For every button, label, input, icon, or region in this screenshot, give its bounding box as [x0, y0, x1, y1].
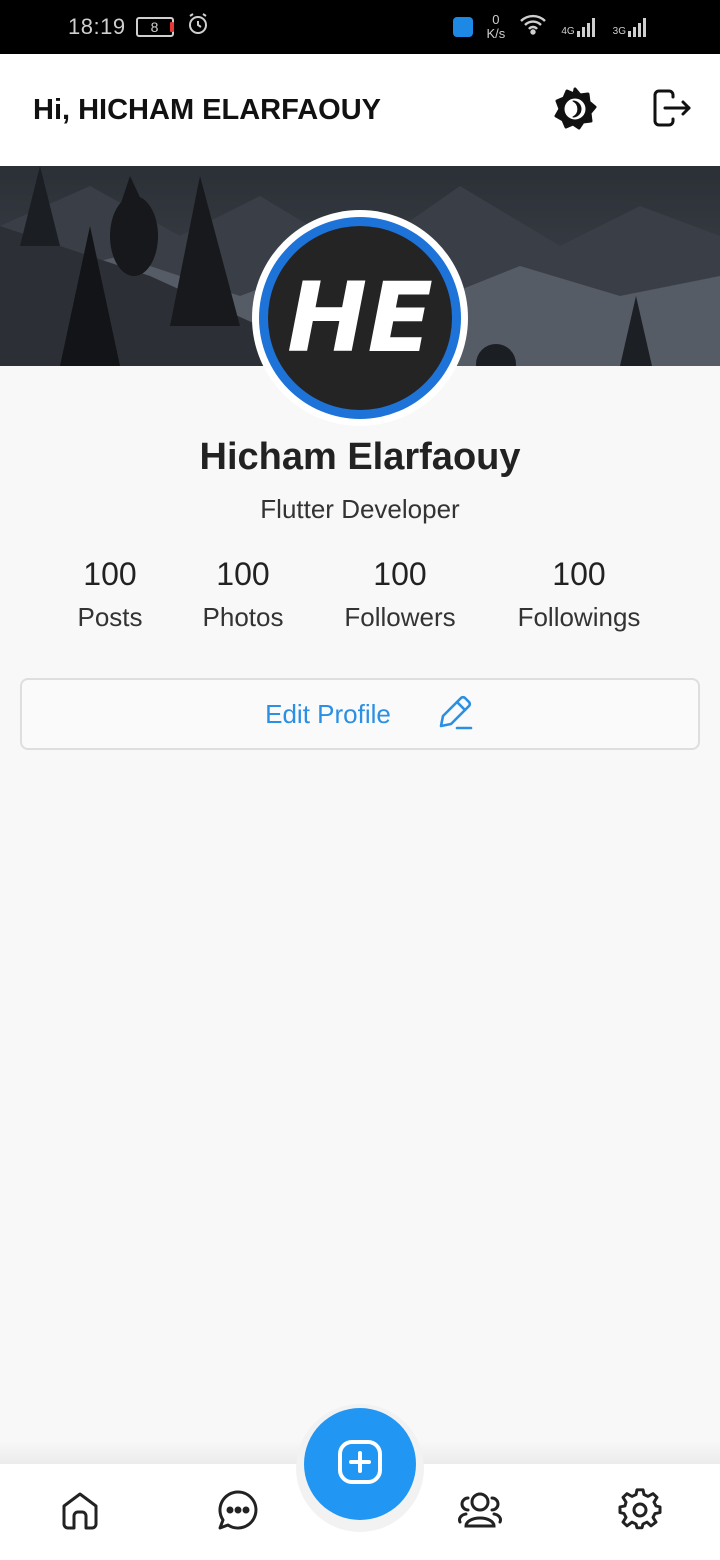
app-bar: Hi, HICHAM ELARFAOUY — [0, 54, 720, 166]
wifi-icon — [519, 13, 547, 41]
theme-toggle-button[interactable] — [551, 87, 599, 135]
battery-level: 8 — [150, 19, 159, 35]
edit-profile-label: Edit Profile — [265, 698, 391, 729]
stat-value: 100 — [373, 556, 427, 592]
battery-icon: 8 — [135, 17, 174, 37]
avatar-logo: HE — [268, 226, 452, 410]
logout-icon — [649, 87, 693, 136]
settings-icon — [618, 1487, 662, 1537]
greeting-title: Hi, HICHAM ELARFAOUY — [33, 93, 381, 126]
network-speed-value: 0 — [492, 12, 500, 27]
network-speed: 0 K/s — [487, 13, 506, 41]
add-post-button[interactable] — [304, 1408, 416, 1520]
network-type-1: 4G — [561, 26, 575, 37]
pencil-icon — [435, 692, 475, 737]
nav-home[interactable] — [56, 1488, 104, 1536]
avatar[interactable]: HE — [252, 210, 468, 426]
edit-profile-button[interactable]: Edit Profile — [20, 678, 700, 750]
nav-users[interactable] — [456, 1488, 504, 1536]
network-type-2: 3G — [612, 26, 626, 37]
alarm-icon — [186, 12, 210, 42]
brightness-icon — [552, 86, 598, 137]
users-icon — [456, 1488, 504, 1537]
stat-label: Posts — [77, 602, 143, 632]
nav-settings[interactable] — [616, 1487, 664, 1537]
stat-label: Followings — [517, 602, 641, 632]
add-post-icon — [334, 1436, 386, 1493]
avatar-initials: HE — [287, 263, 433, 373]
network-speed-unit: K/s — [486, 26, 506, 41]
home-icon — [58, 1488, 102, 1537]
stat-photos[interactable]: 100 Photos — [188, 556, 298, 633]
stat-followers[interactable]: 100 Followers — [330, 556, 470, 633]
stat-value: 100 — [216, 556, 270, 592]
stat-followings[interactable]: 100 Followings — [500, 556, 658, 633]
status-time: 18:19 — [68, 14, 126, 39]
signal-icon-2: 3G — [613, 17, 650, 37]
chat-icon — [216, 1488, 260, 1537]
stat-posts[interactable]: 100 Posts — [60, 556, 160, 633]
stat-value: 100 — [83, 556, 137, 592]
status-bar: 18:19 8 0 K/s 4G 3G — [0, 0, 720, 54]
vpn-shield-icon — [452, 17, 473, 37]
profile-role: Flutter Developer — [260, 494, 460, 524]
stat-label: Followers — [344, 602, 456, 632]
stat-value: 100 — [552, 556, 606, 592]
profile-name: Hicham Elarfaouy — [199, 436, 521, 478]
signal-icon-1: 4G — [561, 17, 598, 37]
nav-chat[interactable] — [214, 1488, 262, 1536]
logout-button[interactable] — [647, 87, 695, 135]
stat-label: Photos — [202, 602, 284, 632]
